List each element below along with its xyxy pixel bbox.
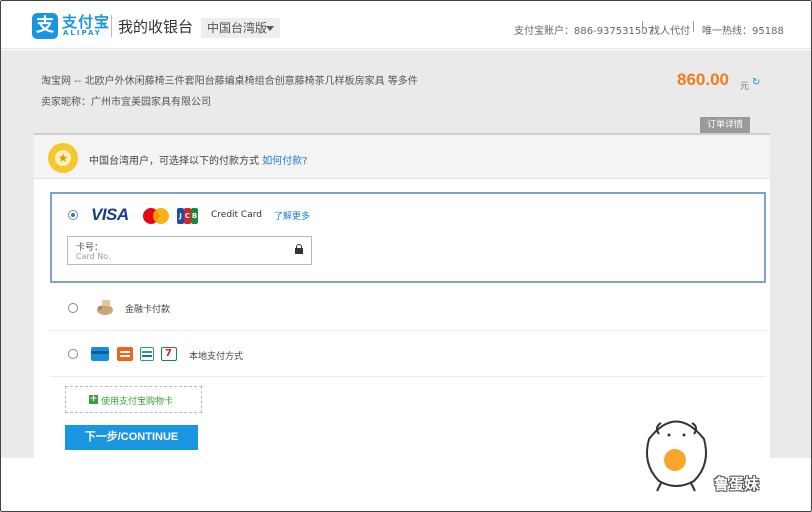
alipay-logo-subtext: ALIPAY — [63, 29, 102, 37]
seller-name: 卖家昵称：广州市宜美园家具有限公司 — [41, 97, 211, 108]
star-icon: ★ — [55, 150, 71, 166]
jcb-icon: J C B — [177, 208, 199, 224]
how-to-pay-link[interactable]: 如何付款? — [262, 156, 307, 167]
mastercard-orange-circle — [153, 208, 169, 224]
jcb-letter-b: B — [191, 208, 198, 224]
window-frame: 支 支付宝 ALIPAY 我的收银台 中国台湾版 支付宝账户：886-93753… — [0, 0, 812, 512]
gift-card-label[interactable]: 使用支付宝购物卡 — [101, 394, 173, 407]
caret-down-icon — [266, 26, 274, 31]
atm-icon — [140, 347, 154, 361]
continue-button[interactable]: 下一步/CONTINUE — [65, 425, 198, 450]
header-separator — [642, 21, 643, 32]
header-divider — [111, 15, 112, 37]
transfer-icon — [117, 347, 133, 361]
order-amount: 860.00 — [677, 70, 729, 89]
local-pay-option[interactable] — [50, 331, 766, 377]
credit-card-radio[interactable] — [68, 210, 78, 220]
proxy-pay-link[interactable]: 找人代付 — [650, 22, 690, 37]
card-number-placeholder: Card No. — [76, 252, 111, 261]
region-select[interactable]: 中国台湾版 — [201, 18, 280, 38]
atm-line-bottom — [142, 355, 152, 357]
order-title: 淘宝网 -- 北欧户外休闲藤椅三件套阳台藤编桌椅组合创意藤椅茶几样板房家具 等多… — [41, 76, 418, 87]
bank-card-label: 金融卡付款 — [125, 305, 171, 315]
refresh-icon[interactable]: ↻ — [752, 78, 762, 88]
order-detail-tab[interactable]: 订单详情 — [700, 117, 750, 133]
bank-card-radio[interactable] — [68, 303, 78, 313]
transfer-arrow-top — [120, 351, 130, 353]
learn-more-link[interactable]: 了解更多 — [274, 209, 310, 222]
account-label: 支付宝账户：886-937531507 — [514, 26, 654, 37]
bank-card-hand-icon — [97, 300, 113, 315]
flower-badge-icon: ★ — [48, 143, 78, 173]
seven-eleven-mark: 7 — [165, 348, 172, 359]
watermark-egg — [664, 449, 686, 471]
watermark-text: 鲁蛋妹 — [714, 475, 760, 493]
transfer-arrow-bottom — [120, 355, 130, 357]
notice-text: 中国台湾用户，可选择以下的付款方式 如何付款? — [89, 152, 308, 167]
seven-eleven-icon: 7 — [161, 347, 177, 361]
mastercard-icon — [143, 208, 169, 224]
atm-line-top — [142, 351, 152, 353]
plus-icon: + — [89, 394, 98, 404]
local-pay-label: 本地支付方式 — [189, 352, 244, 362]
jcb-letter-c: C — [184, 208, 191, 224]
local-pay-radio[interactable] — [68, 349, 78, 359]
credit-card-label: Credit Card — [211, 210, 262, 220]
lock-body — [295, 248, 303, 254]
page-title: 我的收银台 — [118, 18, 194, 36]
alipay-logo-icon[interactable]: 支 — [32, 13, 58, 39]
notice-message: 中国台湾用户，可选择以下的付款方式 — [89, 156, 259, 167]
local-card-icon — [91, 347, 109, 361]
region-select-label: 中国台湾版 — [207, 21, 268, 35]
hotline-label: 唯一热线：95188 — [702, 26, 784, 37]
visa-logo: VISA — [91, 205, 129, 224]
currency-unit: 元 — [740, 82, 750, 92]
header-separator — [693, 21, 694, 32]
jcb-letter-j: J — [177, 208, 184, 224]
card-stripe — [91, 351, 109, 354]
lock-icon — [295, 244, 303, 254]
